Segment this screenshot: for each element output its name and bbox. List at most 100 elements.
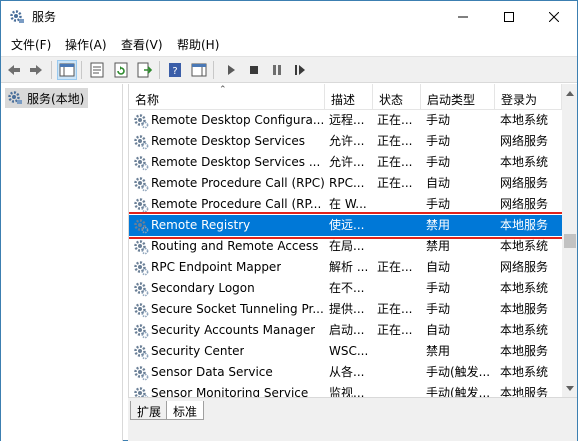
service-name: Remote Desktop Configura... <box>151 113 325 127</box>
service-logon-as: 本地服务 <box>500 218 549 232</box>
minimize-icon <box>458 16 468 17</box>
tree-item-services-local[interactable]: 服务(本地) <box>5 88 89 108</box>
service-status: 正在... <box>377 323 413 337</box>
tab-extended[interactable]: 扩展 <box>130 401 169 420</box>
service-startup-type: 自动 <box>426 323 451 337</box>
menu-action[interactable]: 操作(A) <box>65 36 107 53</box>
forward-button[interactable] <box>26 60 46 80</box>
table-row[interactable]: Remote Registry 使远... 禁用 本地服务 <box>129 212 564 239</box>
service-gear-icon <box>133 302 149 318</box>
show-action-pane-button[interactable] <box>189 60 209 80</box>
service-startup-type: 手动 <box>426 281 451 295</box>
service-gear-icon <box>133 323 149 339</box>
svg-text:?: ? <box>172 66 177 77</box>
menu-help[interactable]: 帮助(H) <box>177 36 219 53</box>
service-startup-type: 禁用 <box>426 344 451 358</box>
restart-service-icon <box>295 65 305 75</box>
service-logon-as: 本地系统 <box>500 365 549 379</box>
service-name-cell: Sensor Monitoring Service <box>133 383 325 397</box>
service-description: 在 W... <box>329 197 367 211</box>
column-header-name[interactable]: 名称 ⌃ <box>129 84 325 110</box>
refresh-button[interactable] <box>111 60 131 80</box>
service-logon-as: 本地服务 <box>500 386 549 397</box>
service-name: Remote Procedure Call (RP... <box>151 197 322 211</box>
service-gear-icon <box>133 386 149 397</box>
service-status <box>377 194 421 215</box>
column-header-startup-type[interactable]: 启动类型 <box>421 84 495 110</box>
service-status: 正在... <box>377 260 413 274</box>
services-list: 名称 ⌃ 描述 状态 启动类型 登录为 Remote Desktop Confi… <box>128 84 577 397</box>
menu-file[interactable]: 文件(F) <box>11 36 51 53</box>
table-row[interactable]: Sensor Data Service 从各... 手动(触发... 本地系统 <box>129 362 562 383</box>
service-gear-icon <box>133 113 149 129</box>
toolbar: ? <box>1 56 577 83</box>
column-header-status[interactable]: 状态 <box>373 84 421 110</box>
minimize-button[interactable] <box>440 1 486 32</box>
table-row[interactable]: RPC Endpoint Mapper 解析 ... 正在... 自动 网络服务 <box>129 257 562 278</box>
service-status <box>377 383 421 397</box>
help-button[interactable]: ? <box>165 60 185 80</box>
service-status: 正在... <box>377 176 413 190</box>
service-status <box>377 215 421 236</box>
scroll-down-button[interactable] <box>562 380 577 397</box>
scrollbar-thumb[interactable] <box>564 234 576 248</box>
chevron-up-icon <box>566 90 574 96</box>
service-gear-icon <box>133 197 149 213</box>
table-row[interactable]: Secure Socket Tunneling Pr... 提供... 正在... 手… <box>129 299 562 320</box>
service-gear-icon <box>133 344 149 360</box>
toolbar-separator <box>213 61 214 79</box>
column-header-description[interactable]: 描述 <box>325 84 373 110</box>
close-button[interactable] <box>531 1 577 32</box>
service-name: Remote Procedure Call (RPC) <box>151 176 325 190</box>
vertical-scrollbar[interactable] <box>562 84 577 397</box>
stop-service-button[interactable] <box>244 60 264 80</box>
service-description: 在局... <box>329 239 365 253</box>
show-console-tree-button[interactable] <box>57 60 77 80</box>
toolbar-separator <box>159 61 160 79</box>
table-row[interactable]: Routing and Remote Access 在局... 禁用 本地系统 <box>129 236 562 257</box>
export-list-button[interactable] <box>135 60 155 80</box>
pause-service-button[interactable] <box>267 60 287 80</box>
service-name: Remote Registry <box>151 218 251 232</box>
service-status <box>377 362 421 383</box>
gear-icon <box>10 10 24 23</box>
service-status: 正在... <box>377 113 413 127</box>
service-description: 远程... <box>329 113 365 127</box>
table-row[interactable]: Remote Procedure Call (RP... 在 W... 手动 网络服务 <box>129 194 562 215</box>
service-startup-type: 手动 <box>426 155 451 169</box>
scroll-up-button[interactable] <box>562 84 577 101</box>
table-row[interactable]: Security Center WSC... 禁用 本地服务 <box>129 341 562 362</box>
service-name-cell: Security Center <box>133 341 325 362</box>
column-header-label: 名称 <box>135 93 160 107</box>
table-row[interactable]: Remote Procedure Call (RPC) RPC... 正在... 自动… <box>129 173 562 194</box>
table-row[interactable]: Remote Desktop Services ... 允许... 正在... 手动 本… <box>129 152 562 173</box>
service-name-cell: Remote Desktop Configura... <box>133 110 325 131</box>
tab-standard[interactable]: 标准 <box>166 401 205 420</box>
column-header-label: 启动类型 <box>427 93 476 107</box>
service-name-cell: Remote Desktop Services ... <box>133 152 325 173</box>
service-status <box>377 341 421 362</box>
table-row[interactable]: Remote Desktop Services 允许... 正在... 手动 网络服务 <box>129 131 562 152</box>
restart-service-button[interactable] <box>290 60 310 80</box>
column-header-logon-as[interactable]: 登录为 <box>495 84 562 110</box>
maximize-button[interactable] <box>486 1 532 32</box>
column-header-label: 登录为 <box>501 93 538 107</box>
service-gear-icon <box>133 365 149 381</box>
service-name-cell: Secure Socket Tunneling Pr... <box>133 299 325 320</box>
service-logon-as: 网络服务 <box>500 197 549 211</box>
properties-button[interactable] <box>87 60 107 80</box>
table-row[interactable]: Secondary Logon 在不... 手动 本地系统 <box>129 278 562 299</box>
back-button[interactable] <box>4 60 24 80</box>
window-title: 服务 <box>32 10 57 24</box>
menu-view[interactable]: 查看(V) <box>121 36 163 53</box>
service-name: Sensor Monitoring Service <box>151 386 309 397</box>
service-name-cell: Remote Desktop Services <box>133 131 325 152</box>
start-service-button[interactable] <box>221 60 241 80</box>
service-name: Sensor Data Service <box>151 365 273 379</box>
service-name-cell: Secondary Logon <box>133 278 325 299</box>
menu-bar: 文件(F) 操作(A) 查看(V) 帮助(H) <box>1 32 577 56</box>
table-row[interactable]: Remote Desktop Configura... 远程... 正在... 手动 本… <box>129 110 562 131</box>
table-row[interactable]: Sensor Monitoring Service 监视... 手动(触发... 本地… <box>129 383 562 397</box>
console-tree-icon <box>59 63 75 77</box>
table-row[interactable]: Security Accounts Manager 启动... 正在... 自动 本地系… <box>129 320 562 341</box>
